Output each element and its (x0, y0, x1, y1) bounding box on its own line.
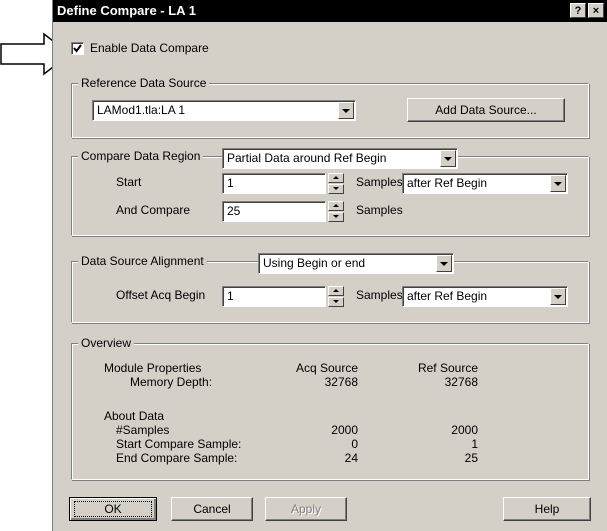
and-compare-label: And Compare (116, 203, 191, 217)
offset-relation-value: after Ref Begin (407, 289, 488, 303)
acq-source-header: Acq Source (295, 361, 358, 375)
checkmark-icon (73, 44, 82, 53)
offset-value: 1 (227, 289, 234, 303)
offset-units-label: Samples (356, 288, 403, 302)
enable-compare-checkbox[interactable] (71, 42, 84, 55)
alignment-group-legend: Data Source Alignment (78, 254, 207, 268)
define-compare-dialog: Define Compare - LA 1 ? × Enable Data Co… (52, 0, 607, 531)
offset-spinner[interactable] (328, 286, 344, 307)
spin-down-icon[interactable] (328, 184, 344, 194)
start-relation-value: after Ref Begin (407, 176, 488, 190)
samples-label: #Samples (116, 423, 170, 437)
ref-memory-depth: 32768 (444, 375, 478, 389)
chevron-down-icon[interactable] (550, 288, 566, 305)
chevron-down-icon[interactable] (436, 255, 452, 272)
title-bar: Define Compare - LA 1 ? × (53, 0, 607, 22)
spin-down-icon[interactable] (328, 212, 344, 222)
reference-source-select[interactable]: LAMod1.tla:LA 1 (92, 100, 356, 121)
alignment-mode-value: Using Begin or end (263, 256, 366, 270)
offset-label: Offset Acq Begin (116, 288, 206, 302)
cancel-button[interactable]: Cancel (171, 497, 253, 521)
ref-end-sample: 25 (464, 451, 478, 465)
offset-relation-select[interactable]: after Ref Begin (402, 286, 568, 307)
start-relation-select[interactable]: after Ref Begin (402, 173, 568, 194)
memory-depth-label: Memory Depth: (130, 375, 213, 389)
spin-up-icon[interactable] (328, 286, 344, 296)
module-properties-label: Module Properties (104, 361, 202, 375)
spin-up-icon[interactable] (328, 173, 344, 183)
chevron-down-icon[interactable] (550, 175, 566, 192)
and-compare-units-label: Samples (356, 203, 403, 217)
ref-samples: 2000 (451, 423, 478, 437)
close-icon[interactable]: × (588, 3, 604, 18)
data-source-alignment-group: Data Source Alignment Using Begin or end… (71, 253, 589, 323)
add-data-source-button[interactable]: Add Data Source... (407, 98, 565, 122)
help-button[interactable]: Help (503, 497, 591, 521)
overview-group: Overview Module Properties Memory Depth:… (71, 336, 589, 480)
end-compare-sample-label: End Compare Sample: (116, 451, 238, 465)
ref-start-sample: 1 (471, 437, 478, 451)
and-compare-value: 25 (227, 204, 241, 218)
and-compare-input[interactable]: 25 (222, 201, 326, 222)
spin-down-icon[interactable] (328, 297, 344, 307)
and-compare-spinner[interactable] (328, 201, 344, 222)
enable-compare-label: Enable Data Compare (90, 41, 209, 55)
region-mode-value: Partial Data around Ref Begin (227, 151, 387, 165)
start-value: 1 (227, 176, 234, 190)
overview-group-legend: Overview (78, 336, 135, 350)
about-data-label: About Data (104, 409, 165, 423)
ref-source-header: Ref Source (417, 361, 478, 375)
ok-button-label: OK (74, 501, 152, 517)
offset-input[interactable]: 1 (222, 286, 326, 307)
acq-start-sample: 0 (351, 437, 358, 451)
apply-button[interactable]: Apply (265, 497, 347, 521)
help-icon[interactable]: ? (570, 3, 586, 18)
start-label: Start (116, 175, 142, 189)
acq-end-sample: 24 (344, 451, 358, 465)
chevron-down-icon[interactable] (440, 150, 456, 167)
ok-button[interactable]: OK (69, 497, 157, 521)
start-compare-sample-label: Start Compare Sample: (116, 437, 242, 451)
chevron-down-icon[interactable] (338, 102, 354, 119)
reference-group-legend: Reference Data Source (78, 76, 210, 90)
start-input[interactable]: 1 (222, 173, 326, 194)
alignment-mode-select[interactable]: Using Begin or end (258, 253, 454, 274)
start-units-label: Samples (356, 175, 403, 189)
acq-samples: 2000 (331, 423, 358, 437)
start-spinner[interactable] (328, 173, 344, 194)
region-mode-select[interactable]: Partial Data around Ref Begin (222, 148, 458, 169)
reference-data-source-group: Reference Data Source LAMod1.tla:LA 1 Ad… (71, 76, 589, 138)
window-title: Define Compare - LA 1 (57, 3, 196, 18)
acq-memory-depth: 32768 (324, 375, 358, 389)
reference-source-value: LAMod1.tla:LA 1 (97, 103, 186, 117)
region-group-legend: Compare Data Region (78, 149, 204, 163)
compare-data-region-group: Compare Data Region Partial Data around … (71, 148, 589, 236)
spin-up-icon[interactable] (328, 201, 344, 211)
